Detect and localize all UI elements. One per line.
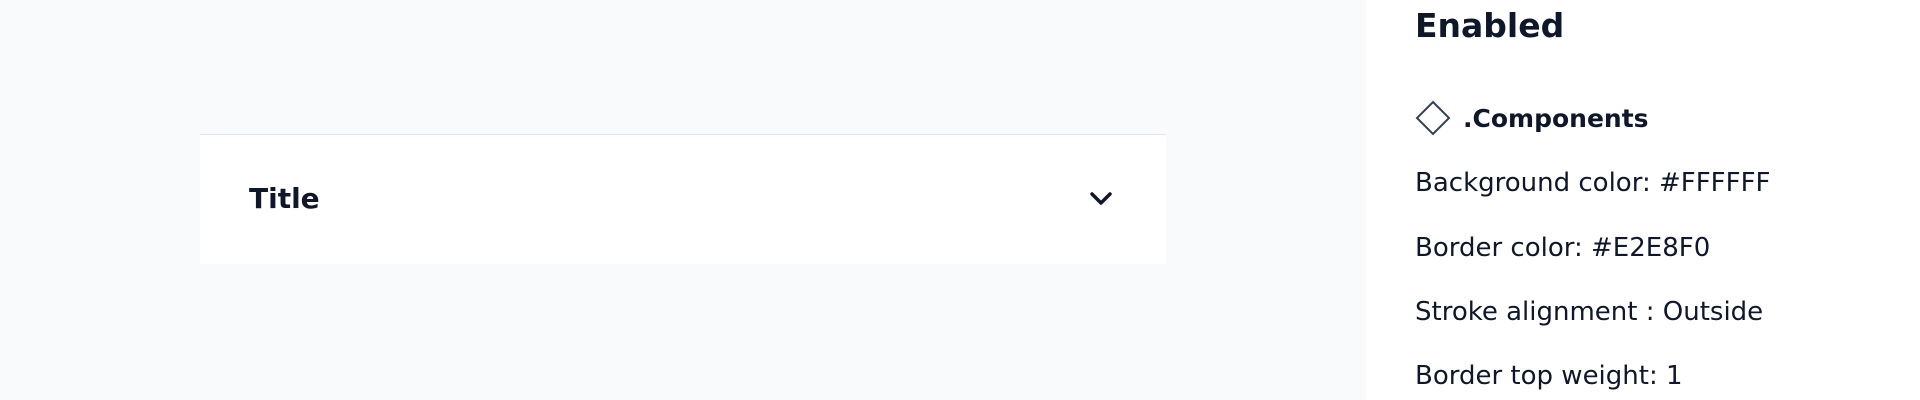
accordion-item[interactable]: Title	[200, 134, 1166, 264]
property-stroke-alignment: Stroke alignment : Outside	[1415, 297, 1764, 327]
property-border-color: Border color: #E2E8F0	[1415, 233, 1711, 263]
diamond-icon	[1415, 100, 1451, 136]
component-label: .Components	[1463, 103, 1649, 133]
preview-canvas: Title	[0, 0, 1366, 400]
component-row: .Components	[1415, 98, 1649, 138]
property-background-color: Background color: #FFFFFF	[1415, 168, 1771, 198]
accordion-title[interactable]: Title	[249, 135, 320, 263]
property-border-top-weight: Border top weight: 1	[1415, 361, 1683, 391]
chevron-down-icon[interactable]	[1085, 183, 1117, 215]
spec-panel: Enabled .Components Background color: #F…	[1366, 0, 1920, 400]
state-heading: Enabled	[1415, 6, 1565, 45]
